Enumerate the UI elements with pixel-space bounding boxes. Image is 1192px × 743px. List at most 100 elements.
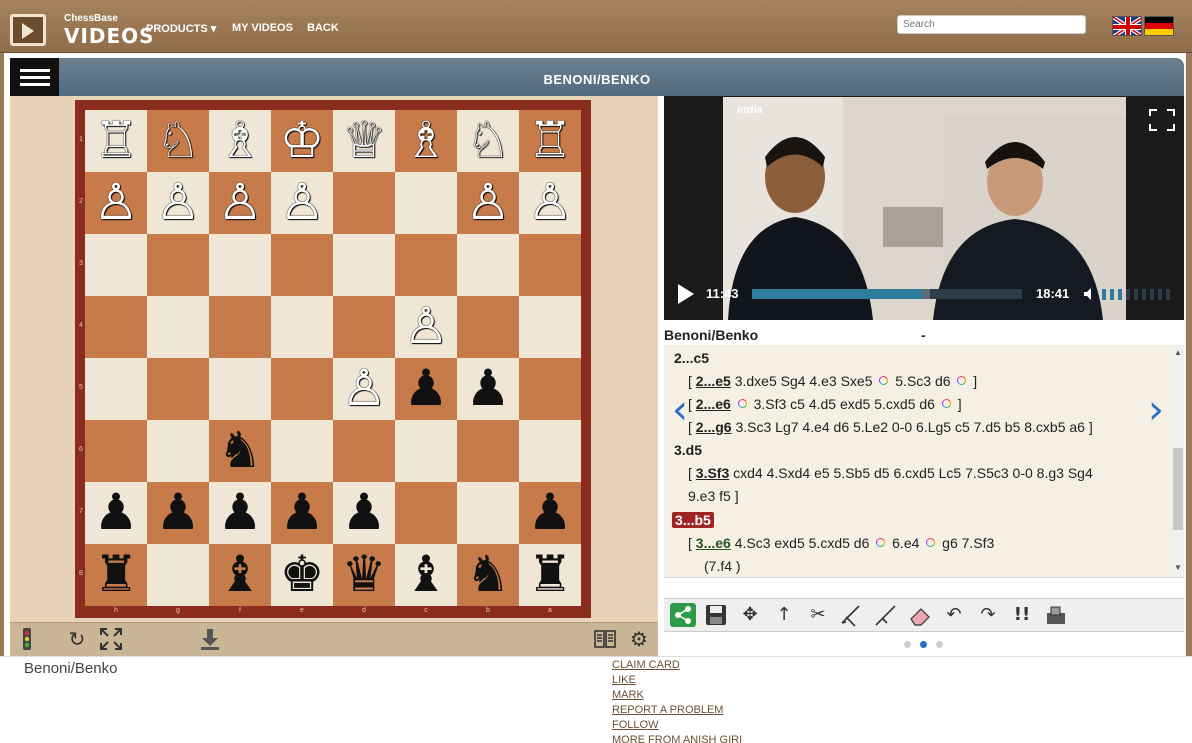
black-piece[interactable]: ♚ (271, 544, 333, 606)
board-square[interactable] (333, 296, 395, 358)
board-square[interactable] (457, 482, 519, 544)
german-flag-icon[interactable] (1144, 16, 1174, 36)
board-square[interactable] (209, 296, 271, 358)
white-piece[interactable]: ♖ (85, 110, 147, 172)
chess-board[interactable]: ♖ ♘ ♗ ♔ ♕ ♗ ♘ ♖ ♙ ♙ ♙ ♙ ♙ ♙ ♙ ♙ ♟ ♟ ♞ ♟ ♟ ♟ ♟ ♟ ♟ ♜ ♝ ♚ ♛ ♝ ♞ ♜ (85, 110, 581, 606)
board-square[interactable] (395, 172, 457, 234)
black-piece[interactable]: ♜ (85, 544, 147, 606)
volume-bar-segment[interactable] (1102, 289, 1106, 300)
board-square[interactable] (147, 420, 209, 482)
volume-bar-segment[interactable] (1158, 289, 1162, 300)
white-piece[interactable]: ♗ (209, 110, 271, 172)
comment-icon[interactable] (939, 396, 954, 411)
black-piece[interactable]: ♟ (457, 358, 519, 420)
notation-panel[interactable]: 2...c5 [ 2...e5 3.dxe5 Sg4 4.e3 Sxe5 5.S… (664, 345, 1172, 577)
variation-moves[interactable]: 4.Sc3 exd5 5.cxd5 d6 (731, 535, 873, 551)
claim-card-link[interactable]: CLAIM CARD (612, 659, 680, 671)
board-square[interactable] (519, 358, 581, 420)
white-piece[interactable]: ♘ (457, 110, 519, 172)
board-square[interactable] (209, 234, 271, 296)
black-piece[interactable]: ♟ (395, 358, 457, 420)
comment-icon[interactable] (876, 373, 891, 388)
variation-moves[interactable]: cxd4 4.Sxd4 e5 5.Sb5 d5 6.cxd5 Lc5 7.S5c… (729, 465, 1093, 481)
flip-board-icon[interactable]: ↻ (64, 626, 90, 652)
volume-bar-segment[interactable] (1150, 289, 1154, 300)
board-square[interactable] (333, 420, 395, 482)
move-3-d5[interactable]: 3.d5 (674, 442, 702, 458)
comment-icon[interactable] (954, 373, 969, 388)
nav-back[interactable]: BACK (307, 22, 339, 34)
redo-icon[interactable]: ↷ (975, 603, 1001, 627)
traffic-light-icon[interactable] (14, 626, 40, 652)
comment-icon[interactable] (923, 535, 938, 550)
settings-gear-icon[interactable]: ⚙ (626, 626, 652, 652)
delete-variation-icon[interactable]: ✂ (805, 603, 831, 627)
nav-products[interactable]: PRODUCTS ▾ (146, 22, 216, 35)
promote-variation-icon[interactable]: ↑ (771, 603, 797, 627)
subvariation[interactable]: (7.f4 ) (704, 558, 741, 574)
hamburger-menu-icon[interactable] (10, 58, 59, 96)
comment-icon[interactable] (873, 535, 888, 550)
white-piece[interactable]: ♙ (209, 172, 271, 234)
nav-my-videos[interactable]: MY VIDEOS (232, 22, 293, 34)
volume-bar-segment[interactable] (1134, 289, 1138, 300)
white-piece[interactable]: ♘ (147, 110, 209, 172)
white-piece[interactable]: ♖ (519, 110, 581, 172)
board-square[interactable] (457, 296, 519, 358)
black-piece[interactable]: ♝ (395, 544, 457, 606)
cut-after-icon[interactable] (873, 603, 899, 627)
white-piece[interactable]: ♔ (271, 110, 333, 172)
board-square[interactable] (395, 482, 457, 544)
variation-moves[interactable]: 3.dxe5 Sg4 4.e3 Sxe5 (731, 373, 877, 389)
board-square[interactable] (395, 420, 457, 482)
black-piece[interactable]: ♜ (519, 544, 581, 606)
report-problem-link[interactable]: REPORT A PROBLEM (612, 704, 723, 716)
black-piece[interactable]: ♞ (457, 544, 519, 606)
move-2-g6[interactable]: 2...g6 (696, 419, 732, 435)
board-square[interactable] (395, 234, 457, 296)
move-3-sf3[interactable]: 3.Sf3 (696, 465, 729, 481)
volume-bar-segment[interactable] (1118, 289, 1122, 300)
black-piece[interactable]: ♟ (209, 482, 271, 544)
move-arrows-icon[interactable]: ✥ (737, 603, 763, 627)
board-square[interactable] (85, 296, 147, 358)
scrollbar-thumb[interactable] (1173, 448, 1183, 530)
save-icon[interactable] (703, 603, 729, 627)
variation-moves[interactable]: 3.Sc3 Lg7 4.e4 d6 5.Le2 0-0 6.Lg5 c5 7.d… (732, 419, 1092, 435)
white-piece[interactable]: ♙ (147, 172, 209, 234)
move-2-e6[interactable]: 2...e6 (696, 396, 731, 412)
board-square[interactable] (85, 358, 147, 420)
video-progress-bar[interactable] (752, 289, 1022, 299)
fullscreen-board-icon[interactable] (98, 626, 124, 652)
search-input[interactable] (897, 15, 1086, 34)
white-piece[interactable]: ♙ (519, 172, 581, 234)
white-piece[interactable]: ♙ (457, 172, 519, 234)
more-from-link[interactable]: MORE FROM ANISH GIRI (612, 734, 742, 743)
training-icon[interactable] (1043, 603, 1069, 627)
black-piece[interactable]: ♞ (209, 420, 271, 482)
variation-moves[interactable]: 5.Sc3 d6 (891, 373, 954, 389)
black-piece[interactable]: ♝ (209, 544, 271, 606)
board-square[interactable] (147, 296, 209, 358)
board-square[interactable] (519, 234, 581, 296)
black-piece[interactable]: ♟ (519, 482, 581, 544)
prev-arrow-icon[interactable]: ‹ (672, 390, 688, 430)
black-piece[interactable]: ♟ (333, 482, 395, 544)
undo-icon[interactable]: ↶ (941, 603, 967, 627)
volume-bar-segment[interactable] (1166, 289, 1170, 300)
scroll-down-icon[interactable]: ▼ (1172, 563, 1184, 572)
page-dot[interactable] (904, 641, 911, 648)
like-link[interactable]: LIKE (612, 674, 636, 686)
black-piece[interactable]: ♟ (147, 482, 209, 544)
variation-moves[interactable]: 3.Sf3 c5 4.d5 exd5 5.cxd5 d6 (750, 396, 939, 412)
annotation-icon[interactable]: !! (1009, 603, 1035, 627)
board-square[interactable] (333, 172, 395, 234)
download-icon[interactable] (197, 626, 223, 652)
white-piece[interactable]: ♙ (85, 172, 147, 234)
follow-link[interactable]: FOLLOW (612, 719, 658, 731)
black-piece[interactable]: ♛ (333, 544, 395, 606)
board-square[interactable] (519, 420, 581, 482)
page-dot[interactable] (936, 641, 943, 648)
board-square[interactable] (147, 234, 209, 296)
board-square[interactable] (333, 234, 395, 296)
